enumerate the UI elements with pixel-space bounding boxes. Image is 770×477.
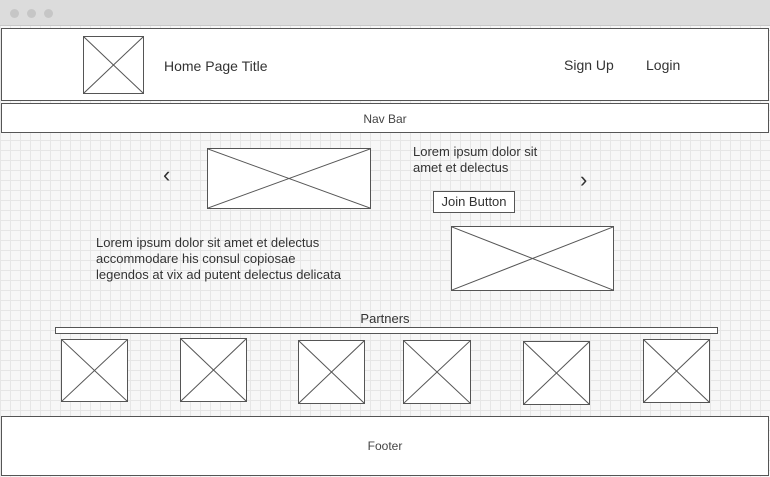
window-titlebar — [0, 0, 770, 26]
window-close-dot[interactable] — [10, 9, 19, 18]
footer-label: Footer — [367, 439, 403, 453]
partner-logo-icon[interactable] — [298, 340, 365, 404]
window-maximize-dot[interactable] — [44, 9, 53, 18]
carousel-image-placeholder-icon — [207, 148, 371, 209]
window-minimize-dot[interactable] — [27, 9, 36, 18]
footer: Footer — [1, 416, 769, 476]
join-button[interactable]: Join Button — [433, 191, 515, 213]
partners-heading: Partners — [360, 311, 410, 326]
carousel-text-line-1: Lorem ipsum dolor sit — [413, 144, 538, 159]
intro-image-placeholder-icon — [451, 226, 614, 291]
intro-text-line-3: legendos at vix ad putent delectus delic… — [96, 267, 342, 282]
intro-text: Lorem ipsum dolor sit amet et delectus a… — [96, 235, 341, 283]
partners-divider — [55, 327, 718, 334]
intro-text-line-1: Lorem ipsum dolor sit amet et delectus — [96, 235, 320, 250]
page-title: Home Page Title — [164, 58, 268, 74]
partner-logo-icon[interactable] — [180, 338, 247, 402]
partner-logo-icon[interactable] — [643, 339, 710, 403]
nav-bar-label: Nav Bar — [363, 112, 407, 126]
chevron-left-icon[interactable]: ‹ — [163, 164, 170, 186]
partner-logo-icon[interactable] — [61, 339, 128, 402]
logo-placeholder-icon — [83, 36, 144, 94]
header: Home Page Title Sign Up Login — [1, 28, 769, 101]
login-link[interactable]: Login — [646, 57, 680, 73]
carousel-text: Lorem ipsum dolor sit amet et delectus — [413, 144, 537, 176]
chevron-right-icon[interactable]: › — [580, 169, 587, 191]
intro-text-line-2: accommodare his consul copiosae — [96, 251, 296, 266]
signup-link[interactable]: Sign Up — [564, 57, 614, 73]
nav-bar[interactable]: Nav Bar — [1, 103, 769, 133]
partner-logo-icon[interactable] — [523, 341, 590, 405]
carousel-text-line-2: amet et delectus — [413, 160, 509, 175]
partner-logo-icon[interactable] — [403, 340, 471, 404]
